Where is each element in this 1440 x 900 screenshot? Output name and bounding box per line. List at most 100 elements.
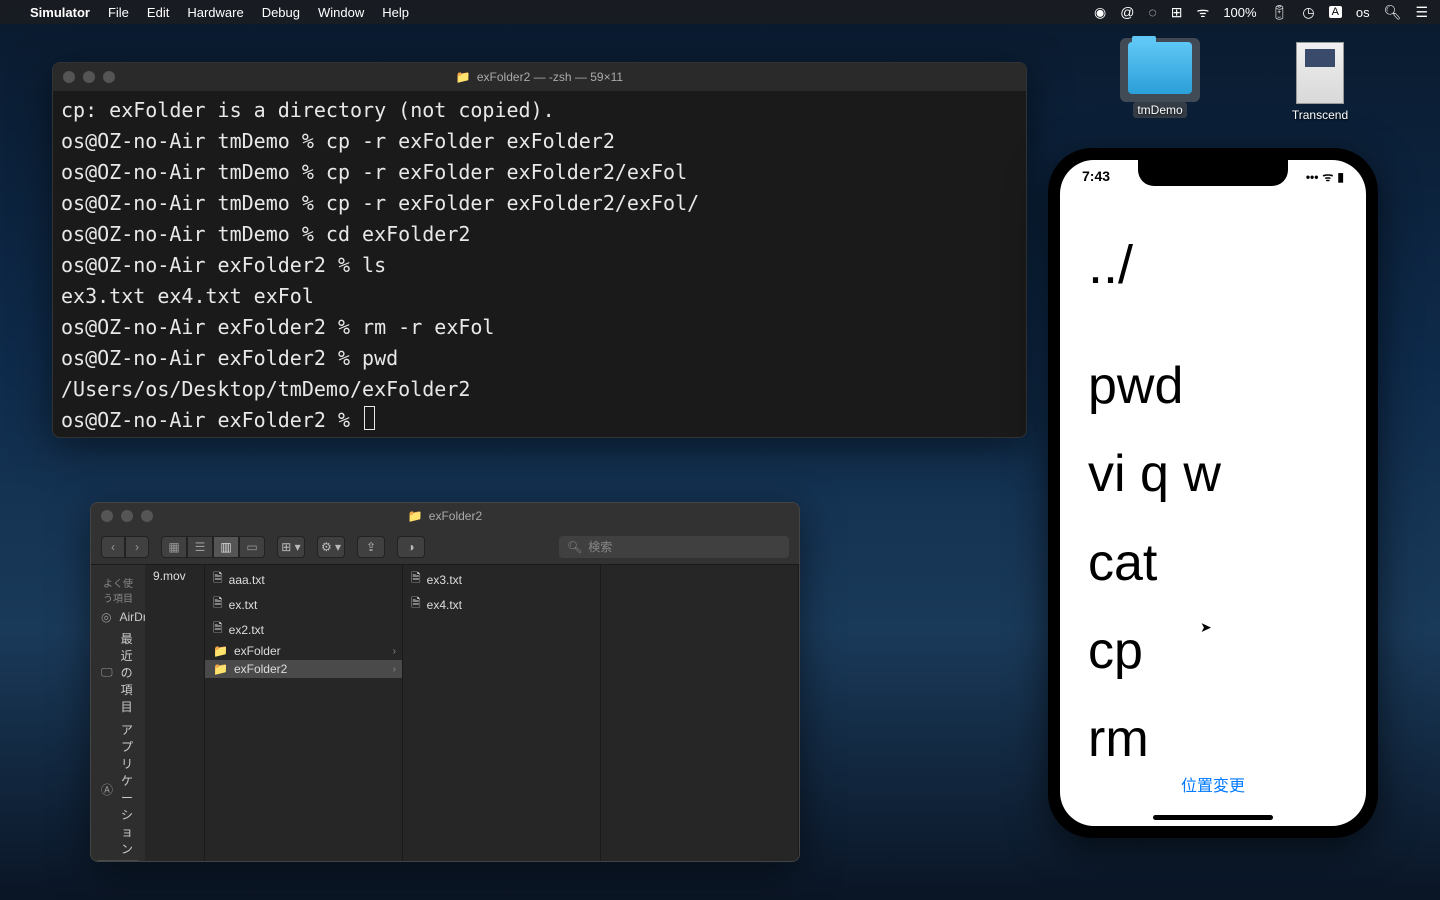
menu-edit[interactable]: Edit: [147, 5, 169, 20]
user-label[interactable]: os: [1356, 5, 1370, 20]
apps-icon: Ⓐ: [101, 781, 113, 798]
iphone-notch: [1138, 160, 1288, 186]
finder-toolbar: ‹ › ▦ ☰ ▥ ▭ ⊞ ▾ ⚙ ▾ ⇪ ◑ 🔍︎ 検索: [91, 529, 799, 565]
terminal-line: os@OZ-no-Air tmDemo % cp -r exFolder exF…: [61, 188, 1018, 219]
search-input[interactable]: 🔍︎ 検索: [559, 536, 789, 558]
sidebar-item-recents[interactable]: 🖵最近の項目: [91, 627, 145, 718]
clock-icon[interactable]: ◷: [1302, 4, 1314, 21]
icon-view-button[interactable]: ▦: [161, 536, 187, 558]
signal-icon: •••: [1306, 170, 1319, 184]
finder-column-1[interactable]: 🗎aaa.txt 🗎ex.txt 🗎ex2.txt 📁exFolder› 📁ex…: [205, 565, 403, 861]
grid-icon[interactable]: ⊞: [1171, 4, 1183, 21]
search-icon: 🔍︎: [567, 540, 582, 554]
at-icon[interactable]: @: [1120, 4, 1134, 20]
terminal-line: cp: exFolder is a directory (not copied)…: [61, 95, 1018, 126]
sidebar-item-airdrop[interactable]: ◎AirDrop: [91, 607, 145, 627]
menu-file[interactable]: File: [108, 5, 129, 20]
terminal-line: os@OZ-no-Air exFolder2 % ls: [61, 250, 1018, 281]
recents-icon: 🖵: [101, 665, 113, 680]
list-item[interactable]: 🗎aaa.txt: [205, 567, 402, 592]
list-item[interactable]: 📁exFolder›: [205, 642, 402, 660]
menu-window[interactable]: Window: [318, 5, 364, 20]
terminal-line: ex3.txt ex4.txt exFol: [61, 281, 1018, 312]
cursor-icon: [364, 406, 375, 430]
input-a-icon[interactable]: A: [1329, 6, 1342, 18]
iphone-bottom-link[interactable]: 位置変更: [1060, 772, 1366, 796]
finder-column-3[interactable]: [601, 565, 799, 861]
battery-icon: ▮: [1337, 170, 1344, 184]
terminal-window[interactable]: 📁 exFolder2 — -zsh — 59×11 cp: exFolder …: [52, 62, 1027, 438]
iphone-line[interactable]: vi q w: [1088, 430, 1338, 518]
iphone-content[interactable]: ../ pwd vi q w cat cp rm: [1060, 160, 1366, 784]
menu-debug[interactable]: Debug: [262, 5, 300, 20]
chevron-right-icon: ›: [393, 664, 396, 675]
gallery-view-button[interactable]: ▭: [239, 536, 265, 558]
desktop-drive-transcend[interactable]: Transcend: [1280, 42, 1360, 122]
iphone-line[interactable]: ../: [1088, 220, 1338, 312]
back-button[interactable]: ‹: [101, 536, 125, 558]
column-view-button[interactable]: ▥: [213, 536, 239, 558]
share-button[interactable]: ⇪: [357, 536, 385, 558]
terminal-line: os@OZ-no-Air tmDemo % cd exFolder2: [61, 219, 1018, 250]
list-item[interactable]: 📁exFolder2›: [205, 660, 402, 678]
menu-bar: Simulator File Edit Hardware Debug Windo…: [0, 0, 1440, 24]
menu-help[interactable]: Help: [382, 5, 409, 20]
circle-icon[interactable]: ◌: [1148, 4, 1156, 20]
iphone-line[interactable]: cp: [1088, 607, 1338, 695]
list-item[interactable]: 🗎ex3.txt: [403, 567, 600, 592]
list-icon[interactable]: ☰: [1415, 4, 1428, 21]
list-item[interactable]: 🗎ex.txt: [205, 592, 402, 617]
terminal-line: os@OZ-no-Air exFolder2 % pwd: [61, 343, 1018, 374]
finder-window[interactable]: 📁 exFolder2 ‹ › ▦ ☰ ▥ ▭ ⊞ ▾ ⚙ ▾ ⇪ ◑ 🔍︎ 検…: [90, 502, 800, 862]
wifi-icon[interactable]: ᯤ: [1197, 3, 1210, 22]
iphone-time: 7:43: [1082, 168, 1110, 185]
terminal-body[interactable]: cp: exFolder is a directory (not copied)…: [53, 91, 1026, 438]
list-view-button[interactable]: ☰: [187, 536, 213, 558]
iphone-line[interactable]: cat: [1088, 519, 1338, 607]
menu-hardware[interactable]: Hardware: [187, 5, 243, 20]
iphone-simulator[interactable]: 7:43 ••• ᯤ ▮ ../ pwd vi q w cat cp rm ➤ …: [1048, 148, 1378, 838]
list-item[interactable]: 🗎ex4.txt: [403, 592, 600, 617]
terminal-line: os@OZ-no-Air tmDemo % cp -r exFolder exF…: [61, 157, 1018, 188]
tags-button[interactable]: ◑: [397, 536, 425, 558]
action-button[interactable]: ⚙ ▾: [317, 536, 345, 558]
sd-card-icon: [1296, 42, 1344, 104]
wifi-icon: ᯤ: [1322, 168, 1333, 185]
arrange-button[interactable]: ⊞ ▾: [277, 536, 305, 558]
terminal-line: os@OZ-no-Air exFolder2 % rm -r exFol: [61, 312, 1018, 343]
finder-titlebar[interactable]: 📁 exFolder2: [91, 503, 799, 529]
app-name[interactable]: Simulator: [30, 5, 90, 20]
spotlight-icon[interactable]: 🔍︎: [1384, 4, 1402, 21]
terminal-line: os@OZ-no-Air tmDemo % cp -r exFolder exF…: [61, 126, 1018, 157]
sidebar-item-desktop[interactable]: 🖵デスクトップ: [95, 860, 141, 861]
file-icon: 🗎: [213, 594, 223, 615]
sidebar-item-applications[interactable]: Ⓐアプリケーション: [91, 718, 145, 860]
iphone-line[interactable]: pwd: [1088, 342, 1338, 430]
finder-columns: 9.mov 🗎aaa.txt 🗎ex.txt 🗎ex2.txt 📁exFolde…: [145, 565, 799, 861]
file-icon: 🗎: [411, 569, 421, 590]
desktop-folder-label: tmDemo: [1133, 102, 1186, 118]
terminal-titlebar[interactable]: 📁 exFolder2 — -zsh — 59×11: [53, 63, 1026, 91]
forward-button[interactable]: ›: [125, 536, 149, 558]
home-indicator[interactable]: [1153, 815, 1273, 820]
file-icon: 🗎: [213, 619, 223, 640]
finder-column-0[interactable]: 9.mov: [145, 565, 205, 861]
battery-icon[interactable]: 🔋︎: [1271, 4, 1289, 21]
record-icon[interactable]: ◉: [1094, 4, 1106, 21]
finder-title: exFolder2: [429, 509, 482, 523]
finder-column-2[interactable]: 🗎ex3.txt 🗎ex4.txt: [403, 565, 601, 861]
folder-icon: 📁: [213, 662, 228, 676]
desktop-drive-label: Transcend: [1280, 108, 1360, 122]
iphone-line[interactable]: rm: [1088, 695, 1338, 783]
list-item[interactable]: 9.mov: [145, 567, 204, 585]
folder-icon: 📁: [213, 644, 228, 658]
airdrop-icon: ◎: [101, 610, 111, 624]
list-item[interactable]: 🗎ex2.txt: [205, 617, 402, 642]
sidebar-favorites-header: よく使う項目: [91, 571, 145, 607]
folder-icon: 📁: [456, 70, 471, 84]
desktop-folder-tmdemo[interactable]: tmDemo: [1120, 38, 1200, 118]
chevron-right-icon: ›: [393, 646, 396, 657]
terminal-prompt: os@OZ-no-Air exFolder2 %: [61, 405, 1018, 436]
iphone-screen[interactable]: 7:43 ••• ᯤ ▮ ../ pwd vi q w cat cp rm ➤ …: [1060, 160, 1366, 826]
folder-icon: [1128, 42, 1192, 94]
